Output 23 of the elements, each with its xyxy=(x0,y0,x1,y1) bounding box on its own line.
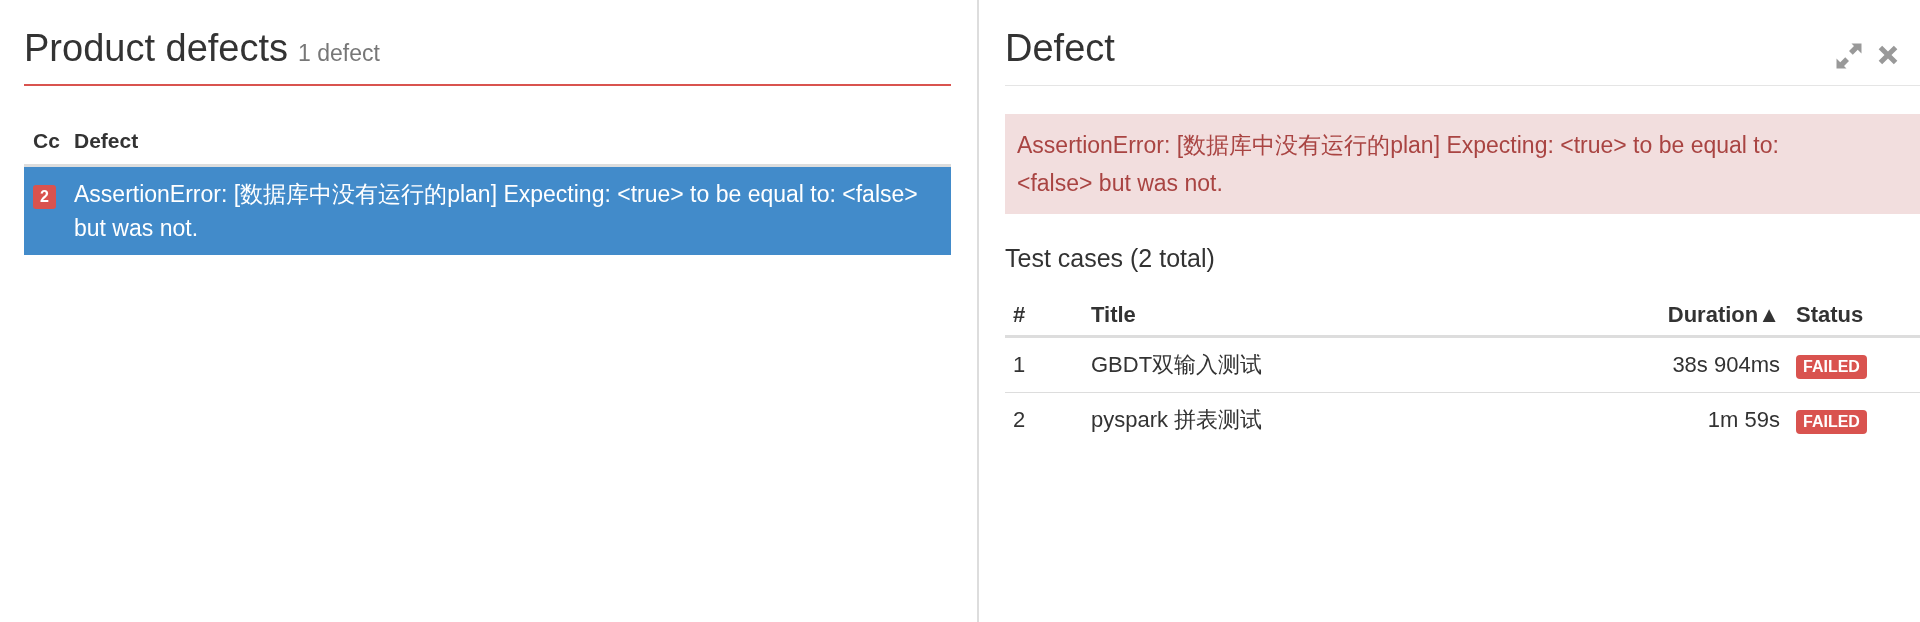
defect-count: 1 defect xyxy=(298,40,380,67)
column-header[interactable]: Duration xyxy=(1667,302,1759,327)
test-title[interactable]: pyspark 拼表测试 xyxy=(1091,407,1263,432)
error-message: AssertionError: [数据库中没有运行的plan] Expecting: <true> to be equal to: <false> but was not. xyxy=(1005,114,1920,214)
section-heading: Test cases (2 total) xyxy=(1005,244,1216,273)
status-badge: FAILED xyxy=(1796,409,1867,434)
row-number: 1 xyxy=(1013,352,1026,377)
sort-indicator[interactable]: ▲ xyxy=(1758,302,1780,327)
test-duration: 1m 59s xyxy=(1707,407,1780,432)
pane-title: Defect xyxy=(1005,26,1115,70)
column-header: Title xyxy=(1091,302,1136,327)
pane-title: Product defects xyxy=(24,26,289,70)
test-title[interactable]: GBDT双输入测试 xyxy=(1091,352,1263,377)
column-header: Status xyxy=(1796,302,1864,327)
defect-message: AssertionError: [数据库中没有运行的plan] Expecting: <true> to be equal to: <false> but was not. xyxy=(74,180,919,243)
count-badge: 2 xyxy=(33,185,56,209)
column-header: Defect xyxy=(74,129,140,153)
test-duration: 38s 904ms xyxy=(1672,352,1780,377)
row-number: 2 xyxy=(1013,407,1026,432)
column-header: # xyxy=(1013,302,1026,327)
defect-row[interactable]: 2 AssertionError: [数据库中没有运行的plan] Expecting: <true> to be equal to: <false> but was not. xyxy=(24,167,951,255)
column-header: Cc xyxy=(32,129,61,153)
status-badge: FAILED xyxy=(1796,354,1867,379)
